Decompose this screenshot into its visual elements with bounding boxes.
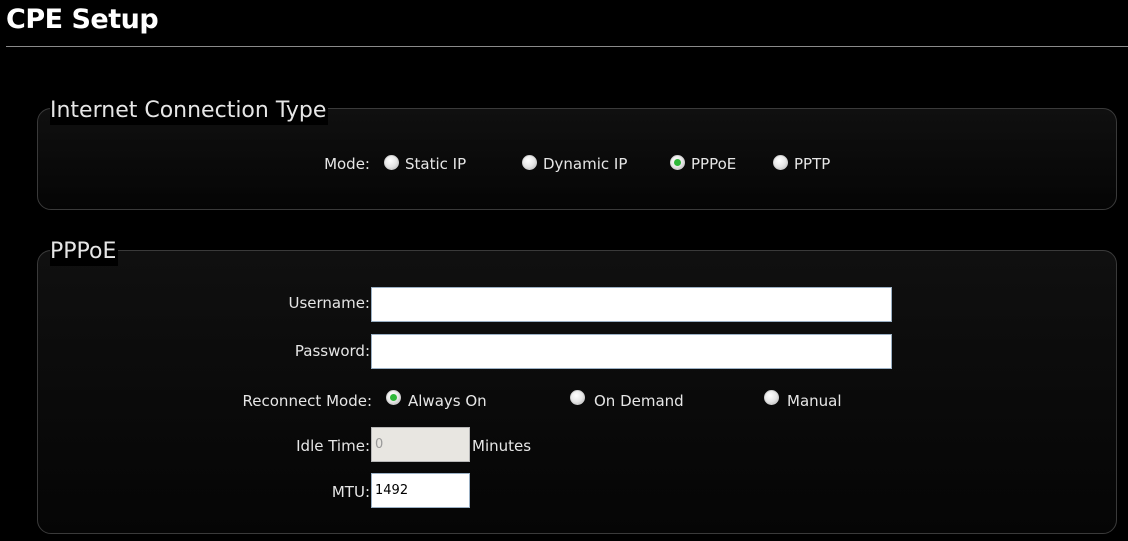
username-label: Username: [288,294,370,312]
radio-static-ip[interactable] [384,155,399,170]
page-title: CPE Setup [6,4,159,35]
mode-label: Mode: [324,155,370,173]
radio-on-demand[interactable] [570,390,585,405]
radio-dynamic-ip[interactable] [522,155,537,170]
radio-manual-label: Manual [787,392,842,410]
mtu-input[interactable] [371,473,470,508]
username-input[interactable] [371,287,892,322]
radio-on-demand-label: On Demand [594,392,684,410]
radio-manual[interactable] [764,390,779,405]
radio-pptp[interactable] [773,155,788,170]
idle-time-unit: Minutes [472,437,532,455]
radio-always-on-label: Always On [408,392,487,410]
mtu-label: MTU: [331,483,370,501]
radio-always-on[interactable] [386,390,401,405]
radio-pppoe[interactable] [670,155,685,170]
password-input[interactable] [371,334,892,369]
title-divider [6,46,1128,47]
radio-dynamic-ip-label: Dynamic IP [543,155,628,173]
connection-type-legend: Internet Connection Type [50,97,329,125]
radio-pppoe-label: PPPoE [691,155,737,173]
password-label: Password: [294,342,370,360]
radio-static-ip-label: Static IP [405,155,467,173]
radio-pptp-label: PPTP [794,155,831,173]
reconnect-mode-label: Reconnect Mode: [242,392,372,410]
idle-time-label: Idle Time: [296,437,370,455]
idle-time-input [371,427,470,462]
pppoe-legend: PPPoE [50,238,119,266]
